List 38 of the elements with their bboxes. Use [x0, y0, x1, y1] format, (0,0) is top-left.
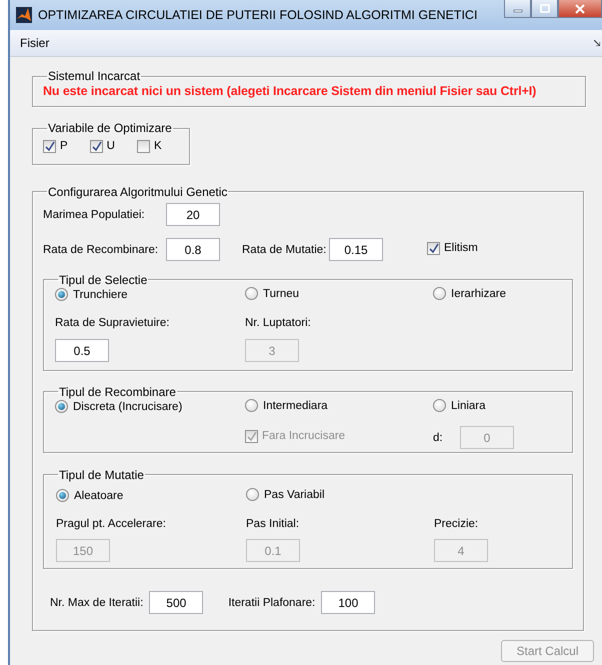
- group-title: Configurarea Algoritmului Genetic: [47, 184, 228, 198]
- group-title: Tipul de Selectie: [58, 272, 148, 286]
- field-label: Rata de Supravietuire:: [55, 317, 170, 329]
- input-field[interactable]: 500: [149, 591, 204, 614]
- field-label: Nr. Max de Iteratii:: [50, 596, 144, 608]
- checkbox-option[interactable]: P: [43, 139, 68, 153]
- field-label: Pragul pt. Accelerare:: [56, 518, 167, 530]
- checkbox-option[interactable]: U: [90, 139, 115, 153]
- radio-option[interactable]: Intermediara: [245, 398, 328, 412]
- checkbox-option[interactable]: K: [136, 139, 162, 153]
- field-label: Rata de Mutatie:: [242, 244, 328, 256]
- field-label: d:: [433, 432, 444, 444]
- field-label: Precizie:: [434, 518, 480, 530]
- field-label: Rata de Recombinare:: [43, 244, 160, 256]
- input-field[interactable]: 0.5: [55, 339, 109, 362]
- status-message: Nu este incarcat nici un sistem (alegeti Incarcare Sistem din meniul Fisier sau Ctrl+I): [43, 83, 538, 100]
- field-label: Pas Initial:: [246, 518, 300, 530]
- radio-option[interactable]: Trunchiere: [55, 288, 128, 302]
- radio-option[interactable]: Discreta (Incrucisare): [55, 400, 182, 414]
- window-title: OPTIMIZAREA CIRCULATIEI DE PUTERII FOLOSIND ALGORITMI GENETICI: [38, 8, 478, 22]
- radio-option[interactable]: Aleatoare: [56, 488, 124, 503]
- group-title: Tipul de Mutatie: [58, 468, 145, 482]
- input-field[interactable]: 100: [321, 591, 376, 614]
- checkbox-option[interactable]: Elitism: [427, 241, 478, 256]
- field-label: Nr. Luptatori:: [245, 317, 312, 329]
- menu-item[interactable]: Fisier: [14, 34, 56, 52]
- field-label: Marimea Populatiei:: [43, 208, 146, 220]
- group-title: Variabile de Optimizare: [47, 121, 173, 135]
- radio-option[interactable]: Turneu: [245, 286, 300, 300]
- group-title: Sistemul Incarcat: [47, 69, 142, 83]
- input-field[interactable]: 0.8: [166, 238, 220, 261]
- group-title: Tipul de Recombinare: [58, 384, 177, 398]
- radio-option[interactable]: Pas Variabil: [246, 488, 325, 502]
- field-label: Iteratii Plafonare:: [228, 596, 316, 608]
- input-field[interactable]: 0.15: [329, 238, 383, 261]
- input-field[interactable]: 20: [166, 203, 220, 226]
- radio-option[interactable]: Liniara: [433, 398, 486, 412]
- radio-option[interactable]: Ierarhizare: [433, 286, 506, 300]
